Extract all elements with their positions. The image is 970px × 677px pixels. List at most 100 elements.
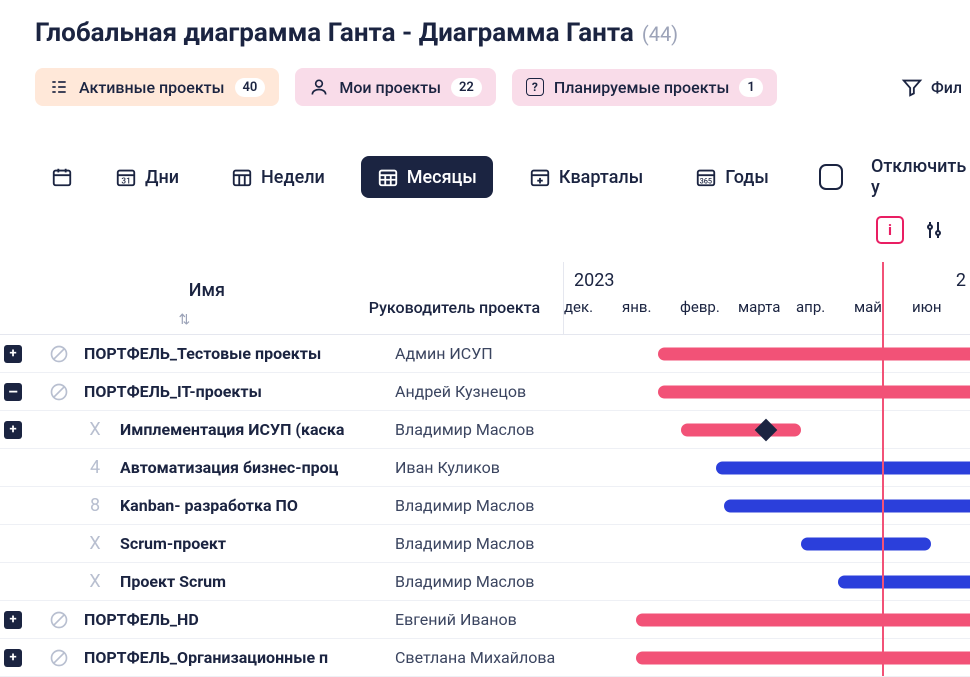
calendar-icon: 31: [115, 166, 137, 188]
chip-count: 1: [739, 78, 762, 97]
calendar-icon: [51, 166, 73, 188]
chip-my-projects[interactable]: Мои проекты 22: [295, 68, 496, 106]
row-manager: Светлана Михайлова: [395, 648, 605, 667]
table-row[interactable]: + ПОРТФЕЛЬ_HD Евгений Иванов: [0, 601, 970, 639]
timeline-month: июн: [912, 298, 970, 316]
milestone-diamond[interactable]: [755, 418, 778, 441]
table-row[interactable]: – ПОРТФЕЛЬ_IT-проекты Андрей Кузнецов: [0, 373, 970, 411]
calendar-icon: [231, 166, 253, 188]
column-header-manager[interactable]: Руководитель проекта: [369, 262, 563, 334]
chip-label: Планируемые проекты: [554, 78, 730, 97]
filter-button[interactable]: Фил: [901, 76, 970, 98]
gantt-bar[interactable]: [681, 423, 801, 436]
gantt-bar[interactable]: [724, 499, 970, 512]
row-manager: Владимир Маслов: [395, 496, 605, 515]
collapse-button[interactable]: –: [4, 383, 22, 401]
status-icon: X: [84, 419, 106, 441]
row-manager: Админ ИСУП: [395, 344, 605, 363]
settings-button[interactable]: [922, 216, 950, 244]
row-name: Kanban- разработка ПО: [120, 496, 298, 515]
row-name: Scrum-проект: [120, 534, 226, 553]
status-icon: 8: [84, 495, 106, 517]
row-name: ПОРТФЕЛЬ_IT-проекты: [84, 382, 262, 401]
timeline-year: 2023: [564, 262, 970, 291]
toggle-checkbox[interactable]: [819, 164, 843, 190]
gantt-bar[interactable]: [658, 347, 970, 360]
timeline-month: янв.: [622, 298, 680, 316]
row-name: Имплементация ИСУП (каска: [120, 420, 344, 439]
scale-quarters[interactable]: Кварталы: [513, 156, 659, 198]
table-row[interactable]: XПроект ScrumВладимир Маслов: [0, 563, 970, 601]
row-manager: Владимир Маслов: [395, 534, 605, 553]
chip-planned-projects[interactable]: ? Планируемые проекты 1: [512, 69, 777, 106]
row-name: Проект Scrum: [120, 572, 226, 591]
column-label: Имя: [189, 280, 225, 301]
expand-button[interactable]: +: [4, 421, 22, 439]
gantt-bar[interactable]: [838, 575, 970, 588]
row-manager: Владимир Маслов: [395, 572, 605, 591]
timeline-year-next: 2: [956, 270, 966, 291]
expand-button[interactable]: +: [4, 649, 22, 667]
scale-months[interactable]: Месяцы: [361, 156, 493, 198]
info-button[interactable]: i: [876, 216, 904, 244]
scale-label: Месяцы: [407, 167, 477, 188]
funnel-icon: [901, 76, 923, 98]
scale-picker-button[interactable]: [45, 156, 79, 198]
gantt-bar[interactable]: [716, 461, 970, 474]
table-row[interactable]: X Scrum-проект Владимир Маслов: [0, 525, 970, 563]
table-row[interactable]: 8 Kanban- разработка ПО Владимир Маслов: [0, 487, 970, 525]
row-manager: Владимир Маслов: [395, 420, 605, 439]
calendar-icon: 365: [695, 166, 717, 188]
question-icon: ?: [526, 78, 544, 96]
chip-count: 22: [451, 78, 482, 97]
timeline-month: марта: [738, 298, 796, 316]
timeline-month: февр.: [680, 298, 738, 316]
scale-label: Кварталы: [559, 167, 643, 188]
row-name: Автоматизация бизнес-проц: [120, 458, 338, 477]
chip-label: Активные проекты: [79, 78, 225, 97]
page-title: Глобальная диаграмма Ганта - Диаграмма Г…: [35, 18, 634, 48]
row-name: ПОРТФЕЛЬ_HD: [84, 610, 199, 629]
svg-text:31: 31: [121, 176, 130, 186]
row-manager: Иван Куликов: [395, 458, 605, 477]
today-line: [882, 262, 884, 676]
scale-label: Годы: [725, 167, 769, 188]
gantt-bar[interactable]: [801, 537, 931, 550]
table-row[interactable]: + X Имплементация ИСУП (каска Владимир Масл…: [0, 411, 970, 449]
gantt-bar[interactable]: [636, 651, 970, 664]
row-name: ПОРТФЕЛЬ_Организационные п: [84, 648, 328, 667]
timeline-month: дек.: [564, 298, 622, 316]
scale-weeks[interactable]: Недели: [215, 156, 341, 198]
toggle-label: Отключить у: [871, 156, 970, 198]
user-icon: [309, 77, 329, 97]
scale-days[interactable]: 31 Дни: [99, 156, 195, 198]
timeline-month: апр.: [796, 298, 854, 316]
status-icon: [48, 381, 70, 403]
chip-label: Мои проекты: [339, 78, 441, 97]
gantt-bar[interactable]: [658, 385, 970, 398]
scale-years[interactable]: 365 Годы: [679, 156, 785, 198]
column-header-name[interactable]: Имя ⇅: [0, 262, 369, 334]
chip-active-projects[interactable]: Активные проекты 40: [35, 68, 279, 106]
row-manager: Андрей Кузнецов: [395, 382, 605, 401]
table-row[interactable]: 4Автоматизация бизнес-процИван Куликов: [0, 449, 970, 487]
filter-label: Фил: [931, 78, 962, 97]
gantt-bar[interactable]: [636, 613, 970, 626]
calendar-plus-icon: [529, 166, 551, 188]
expand-button[interactable]: +: [4, 345, 22, 363]
scale-label: Дни: [145, 167, 179, 188]
status-icon: [48, 609, 70, 631]
list-icon: [49, 77, 69, 97]
calendar-icon: [377, 166, 399, 188]
table-row[interactable]: +ПОРТФЕЛЬ_Тестовые проектыАдмин ИСУП: [0, 335, 970, 373]
page-title-count: (44): [642, 22, 678, 46]
status-icon: X: [84, 533, 106, 555]
expand-button[interactable]: +: [4, 611, 22, 629]
column-label: Руководитель проекта: [369, 298, 540, 317]
svg-text:365: 365: [700, 176, 713, 185]
status-icon: [48, 647, 70, 669]
table-row[interactable]: + ПОРТФЕЛЬ_Организационные п Светлана Миха…: [0, 639, 970, 677]
sort-icon[interactable]: ⇅: [179, 312, 191, 328]
scale-label: Недели: [261, 167, 325, 188]
row-manager: Евгений Иванов: [395, 610, 605, 629]
